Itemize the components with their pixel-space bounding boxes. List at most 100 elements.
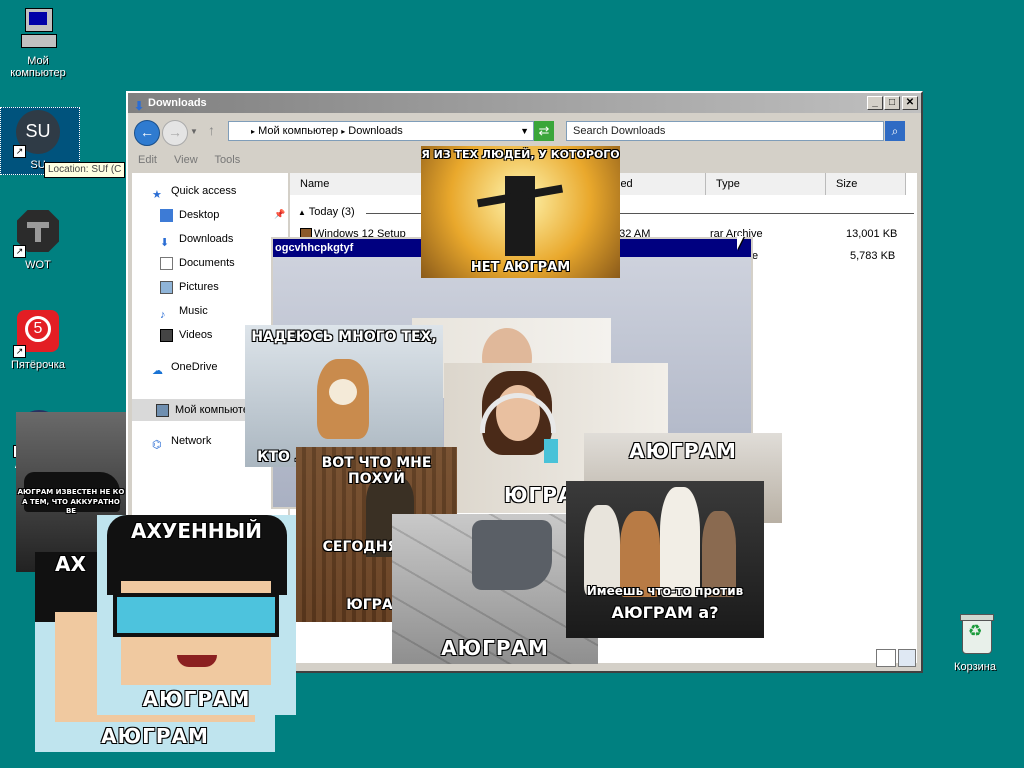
desktop-icon-recycle-bin[interactable]: ♻ Корзина <box>937 612 1013 673</box>
menu-tools[interactable]: Tools <box>215 154 241 166</box>
computer-icon <box>156 403 169 417</box>
music-icon: ♪ <box>160 308 166 321</box>
nav-label: Pictures <box>179 281 219 293</box>
meme-mid-text: Имеешь что-то против <box>586 584 744 598</box>
details-view-icon[interactable] <box>876 649 896 667</box>
meme-bottom-text: АЮГРАМ <box>101 724 209 748</box>
downloads-arrow-icon: ⬇ <box>134 99 145 113</box>
file-size: 13,001 KB <box>846 228 898 240</box>
location-tooltip: Location: SUf (C <box>44 162 126 178</box>
search-box[interactable]: Search Downloads <box>566 121 884 141</box>
wot-tank-icon: ↗ <box>13 210 61 258</box>
sunglasses-icon <box>113 593 279 637</box>
column-header-modified[interactable]: ied <box>608 173 706 195</box>
boot-shape <box>472 520 552 590</box>
nav-label: OneDrive <box>171 361 218 373</box>
star-icon: ★ <box>152 188 162 201</box>
desktop-icon-my-computer[interactable]: Мой компьютер <box>0 6 76 79</box>
computer-icon <box>15 6 61 52</box>
desktop-icon-pyaterochka[interactable]: 5 ↗ Пятёрочка <box>0 310 76 371</box>
chevron-up-icon: ▲ <box>298 208 306 217</box>
meme-top-text: АЮГРАМ <box>629 439 737 463</box>
group-label: Today (3) <box>308 206 355 218</box>
up-arrow-icon[interactable]: ↑ <box>208 122 215 138</box>
column-header-type[interactable]: Type <box>706 173 826 195</box>
recent-dropdown-icon[interactable]: ▼ <box>190 127 198 136</box>
videos-icon <box>160 328 173 342</box>
meme-bottom-text: АЮГРАМ <box>441 636 549 660</box>
shortcut-arrow-icon: ↗ <box>13 145 26 158</box>
menu-view[interactable]: View <box>174 154 198 166</box>
address-bar[interactable]: ▸ Мой компьютер ▸ Downloads ▼ <box>228 121 534 141</box>
back-button[interactable]: ← <box>134 120 160 146</box>
nav-label: Music <box>179 305 208 317</box>
menu-edit[interactable]: Edit <box>138 154 157 166</box>
phone-shape <box>544 439 558 463</box>
close-button[interactable]: ✕ <box>902 96 918 110</box>
chevron-right-icon: ▸ <box>251 127 256 136</box>
nav-onedrive[interactable]: ☁ OneDrive <box>152 357 217 377</box>
window-title: Downloads <box>148 97 207 109</box>
breadcrumb-downloads[interactable]: Downloads <box>348 125 402 137</box>
nav-network[interactable]: ⌬ Network <box>152 431 211 451</box>
desktop-icon-label: Пятёрочка <box>11 359 65 371</box>
meme-top-text: Я ИЗ ТЕХ ЛЮДЕЙ, У КОТОРОГО <box>421 148 620 161</box>
nav-label: Documents <box>179 257 235 269</box>
puppy-face-shape <box>329 379 357 405</box>
breadcrumb-my-computer[interactable]: Мой компьютер <box>258 125 338 137</box>
meme-top-text: АХУЕННЫЙ <box>131 519 262 543</box>
shortcut-arrow-icon: ↗ <box>13 345 26 358</box>
minimize-button[interactable]: _ <box>867 96 883 110</box>
recycle-bin-icon: ♻ <box>952 612 998 658</box>
address-dropdown-icon[interactable]: ▼ <box>520 122 529 140</box>
documents-icon <box>160 256 173 270</box>
pyaterochka-icon: 5 ↗ <box>13 310 61 358</box>
menu-bar: Edit View Tools <box>138 154 254 166</box>
promo-caption-2: А ТЕМ, ЧТО АККУРАТНО ВЕ <box>22 498 120 515</box>
forward-button[interactable]: → <box>162 120 188 146</box>
chevron-right-icon: ▸ <box>341 127 346 136</box>
llama-shape-3 <box>660 487 700 597</box>
refresh-button[interactable]: ⇄ <box>534 121 554 141</box>
nav-pictures[interactable]: Pictures <box>160 277 219 297</box>
promo-caption-1: АЮГРАМ ИЗВЕСТЕН НЕ КО <box>17 488 125 496</box>
nav-label: Мой компьютер <box>175 404 256 416</box>
network-icon: ⌬ <box>152 438 162 451</box>
meme-top-text: НАДЕЮСЬ МНОГО ТЕХ, <box>251 329 437 345</box>
nav-my-computer[interactable]: Мой компьютер <box>156 400 255 420</box>
group-header[interactable]: ▲ Today (3) <box>298 205 355 220</box>
meme-gatsby: Я ИЗ ТЕХ ЛЮДЕЙ, У КОТОРОГО НЕТ АЮГРАМ <box>421 146 620 278</box>
meme-llamas: Имеешь что-то против АЮГРАМ а? <box>566 481 764 638</box>
nav-music[interactable]: ♪ Music <box>160 301 208 321</box>
navigation-bar: ← → ▼ ↑ ▸ Мой компьютер ▸ Downloads ▼ ⇄ … <box>128 117 921 149</box>
shortcut-arrow-icon: ↗ <box>13 245 26 258</box>
search-icon[interactable]: ⌕ <box>885 121 905 141</box>
nav-downloads[interactable]: ⬇ Downloads <box>160 229 233 249</box>
nav-label: Desktop <box>179 209 220 221</box>
nav-label: Network <box>171 435 212 447</box>
nav-label: Videos <box>179 329 213 341</box>
nav-documents[interactable]: Documents <box>160 253 235 273</box>
desktop-icon-label: Мой компьютер <box>10 55 66 79</box>
file-size: 5,783 KB <box>850 250 896 262</box>
su-app-icon: SU ↗ <box>13 110 61 158</box>
column-header-size[interactable]: Size <box>826 173 906 195</box>
window-titlebar[interactable]: ⬇ Downloads _ □ ✕ <box>128 93 921 113</box>
meme-bottom-text: АЮГРАМ <box>142 687 251 711</box>
meme-top-text: АХ <box>55 552 86 576</box>
desktop-icon-label: WOT <box>25 259 51 271</box>
meme-bottom-text: НЕТ АЮГРАМ <box>470 260 571 275</box>
large-icons-view-icon[interactable] <box>898 649 916 667</box>
meme-puppy: НАДЕЮСЬ МНОГО ТЕХ, КТО ЛЮБИТ АЮГРАМ <box>245 325 443 467</box>
popup-title: ogcvhhcpkgtyf <box>275 242 354 254</box>
desktop-icon-wot[interactable]: ↗ WOT <box>0 210 76 271</box>
pictures-icon <box>160 280 173 294</box>
nav-desktop[interactable]: Desktop <box>160 205 219 225</box>
maximize-button[interactable]: □ <box>884 96 900 110</box>
nav-quick-access[interactable]: ★ Quick access <box>152 181 236 201</box>
pin-icon: 📌 <box>274 209 286 219</box>
nav-videos[interactable]: Videos <box>160 325 212 345</box>
desktop-icon-label: Корзина <box>954 661 996 673</box>
meme-bottom-text: АЮГРАМ а? <box>611 603 719 622</box>
column-header-name[interactable]: Name <box>290 173 422 195</box>
